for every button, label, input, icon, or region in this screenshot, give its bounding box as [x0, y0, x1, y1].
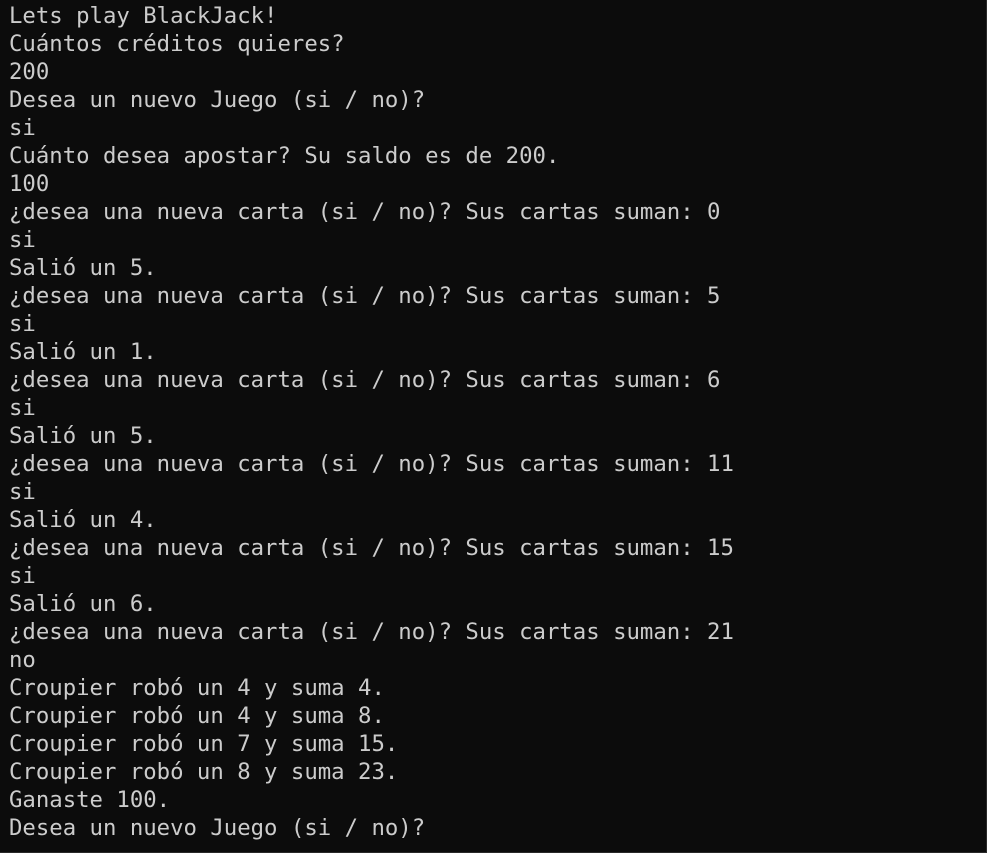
- console-line: si: [9, 479, 36, 505]
- console-line: 100: [9, 171, 50, 197]
- console-line: Salió un 5.: [9, 255, 157, 281]
- console-line: Croupier robó un 4 y suma 8.: [9, 703, 385, 729]
- console-output: Lets play BlackJack! Cuántos créditos qu…: [9, 2, 986, 842]
- console-line: Ganaste 100.: [9, 787, 171, 813]
- console-line: si: [9, 227, 36, 253]
- console-line: ¿desea una nueva carta (si / no)? Sus ca…: [9, 535, 734, 561]
- console-line: Salió un 6.: [9, 591, 157, 617]
- console-line: no: [9, 647, 36, 673]
- console-window[interactable]: Lets play BlackJack! Cuántos créditos qu…: [0, 0, 987, 853]
- console-prompt-line[interactable]: Desea un nuevo Juego (si / no)?: [9, 814, 986, 842]
- console-line: Croupier robó un 4 y suma 4.: [9, 675, 385, 701]
- console-line: si: [9, 395, 36, 421]
- console-line: ¿desea una nueva carta (si / no)? Sus ca…: [9, 199, 721, 225]
- console-line: Cuántos créditos quieres?: [9, 31, 345, 57]
- console-line: Salió un 5.: [9, 423, 157, 449]
- console-line: Salió un 4.: [9, 507, 157, 533]
- console-line: 200: [9, 59, 50, 85]
- console-line: Salió un 1.: [9, 339, 157, 365]
- console-line: ¿desea una nueva carta (si / no)? Sus ca…: [9, 451, 734, 477]
- console-line: Croupier robó un 8 y suma 23.: [9, 759, 399, 785]
- console-line: si: [9, 563, 36, 589]
- console-line: Croupier robó un 7 y suma 15.: [9, 731, 399, 757]
- console-line: ¿desea una nueva carta (si / no)? Sus ca…: [9, 619, 734, 645]
- console-line: Desea un nuevo Juego (si / no)?: [9, 87, 426, 113]
- console-line: Cuánto desea apostar? Su saldo es de 200…: [9, 143, 560, 169]
- console-line: si: [9, 115, 36, 141]
- console-line: ¿desea una nueva carta (si / no)? Sus ca…: [9, 367, 721, 393]
- console-line: si: [9, 311, 36, 337]
- console-line: Lets play BlackJack!: [9, 3, 278, 29]
- console-line: ¿desea una nueva carta (si / no)? Sus ca…: [9, 283, 721, 309]
